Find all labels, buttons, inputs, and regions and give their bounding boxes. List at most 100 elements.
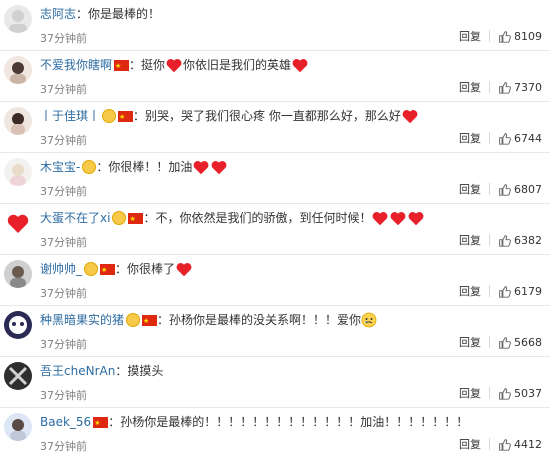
china-flag-icon — [93, 414, 109, 432]
timestamp: 37分钟前 — [40, 440, 87, 453]
like-button[interactable]: 5037 — [498, 387, 542, 400]
reply-button[interactable]: 回复 — [459, 232, 481, 248]
username-link[interactable]: 大蛋不在了xi — [40, 209, 110, 227]
avatar[interactable] — [4, 260, 32, 288]
reply-button[interactable]: 回复 — [459, 385, 481, 401]
like-button[interactable]: 6807 — [498, 183, 542, 196]
heart-icon — [292, 59, 308, 73]
crown-badge-icon — [84, 262, 99, 276]
divider — [489, 132, 490, 144]
heart-icon — [402, 110, 418, 124]
comment-actions: 回复 8109 — [459, 28, 542, 44]
username-link[interactable]: 志阿志 — [40, 5, 76, 23]
comment-actions: 回复 5037 — [459, 385, 542, 401]
comment-actions: 回复 5668 — [459, 334, 542, 350]
separator: ： — [129, 58, 142, 72]
thumbs-up-icon — [499, 30, 511, 43]
thumbs-up-icon — [499, 183, 511, 196]
avatar[interactable] — [4, 413, 32, 441]
comment-text: 别哭，哭了我们很心疼 你一直都那么好，那么好 — [145, 109, 401, 123]
thumbs-up-icon — [499, 387, 511, 400]
comment-text: 孙杨你是最棒的没关系啊！！！爱你 — [169, 313, 362, 327]
reply-button[interactable]: 回复 — [459, 436, 481, 452]
thumbs-up-icon — [499, 81, 511, 94]
comment-row: 木宝宝- ： 你很棒！！加油 37分钟前 回复 6807 — [0, 153, 550, 204]
like-count: 8109 — [514, 29, 542, 43]
timestamp: 37分钟前 — [40, 338, 87, 351]
avatar[interactable] — [4, 362, 32, 390]
username-link[interactable]: 种黑暗果实的猪 — [40, 311, 124, 329]
heart-icon — [373, 212, 388, 226]
comment-row: 志阿志：你是最棒的！ 37分钟前 回复 8109 — [0, 0, 550, 51]
like-button[interactable]: 8109 — [498, 30, 542, 43]
comment-line: 志阿志：你是最棒的！ — [40, 5, 160, 23]
username-link[interactable]: 不爱我你瞎啊 — [40, 56, 112, 74]
divider — [489, 183, 490, 195]
heart-icon — [391, 212, 406, 226]
timestamp: 37分钟前 — [40, 389, 87, 402]
like-button[interactable]: 5668 — [498, 336, 542, 349]
separator: ： — [115, 364, 128, 378]
avatar[interactable] — [4, 158, 32, 186]
like-count: 7370 — [514, 80, 542, 94]
reply-button[interactable]: 回复 — [459, 334, 481, 350]
china-flag-icon — [118, 108, 134, 126]
timestamp: 37分钟前 — [40, 287, 87, 300]
reply-button[interactable]: 回复 — [459, 28, 481, 44]
crown-badge-icon — [102, 109, 117, 123]
avatar[interactable] — [4, 107, 32, 135]
reply-button[interactable]: 回复 — [459, 181, 481, 197]
separator: ： — [76, 7, 89, 21]
like-button[interactable]: 6744 — [498, 132, 542, 145]
divider — [489, 285, 490, 297]
divider — [489, 81, 490, 93]
separator: ： — [143, 211, 156, 225]
like-button[interactable]: 6179 — [498, 285, 542, 298]
like-count: 5668 — [514, 335, 542, 349]
reply-button[interactable]: 回复 — [459, 283, 481, 299]
divider — [489, 387, 490, 399]
like-count: 6744 — [514, 131, 542, 145]
reply-button[interactable]: 回复 — [459, 79, 481, 95]
comment-text: 你很棒！！加油 — [108, 160, 193, 174]
divider — [489, 234, 490, 246]
like-count: 4412 — [514, 437, 542, 451]
comment-line: 丨于佳琪丨 ： 别哭，哭了我们很心疼 你一直都那么好，那么好 — [40, 107, 419, 126]
comment-line: 不爱我你瞎啊 ： 挺你 你依旧是我们的英雄 — [40, 56, 309, 75]
avatar[interactable] — [4, 311, 32, 339]
separator: ： — [108, 415, 121, 429]
comment-actions: 回复 6807 — [459, 181, 542, 197]
username-link[interactable]: 丨于佳琪丨 — [40, 107, 100, 125]
reply-button[interactable]: 回复 — [459, 130, 481, 146]
avatar[interactable] — [4, 56, 32, 84]
like-button[interactable]: 4412 — [498, 438, 542, 451]
crown-badge-icon — [82, 160, 97, 174]
like-button[interactable]: 6382 — [498, 234, 542, 247]
comment-line: 木宝宝- ： 你很棒！！加油 — [40, 158, 228, 176]
like-count: 6179 — [514, 284, 542, 298]
comment-row: 不爱我你瞎啊 ： 挺你 你依旧是我们的英雄 37分钟前 回复 7370 — [0, 51, 550, 102]
comment-line: 种黑暗果实的猪 ： 孙杨你是最棒的没关系啊！！！爱你 — [40, 311, 377, 330]
username-link[interactable]: 吾王cheNrAn — [40, 362, 115, 380]
comment-line: Baek_56 ： 孙杨你是最棒的！！！！！！！！！！！！！加油！！！！！！！ — [40, 413, 469, 432]
comment-line: 吾王cheNrAn：摸摸头 — [40, 362, 163, 380]
like-button[interactable]: 7370 — [498, 81, 542, 94]
thumbs-up-icon — [499, 132, 511, 145]
comment-row: 种黑暗果实的猪 ： 孙杨你是最棒的没关系啊！！！爱你 37分钟前 回复 5668 — [0, 306, 550, 357]
username-link[interactable]: Baek_56 — [40, 413, 91, 431]
timestamp: 37分钟前 — [40, 83, 87, 96]
avatar[interactable] — [4, 209, 32, 237]
comment-row: 丨于佳琪丨 ： 别哭，哭了我们很心疼 你一直都那么好，那么好 37分钟前 回复 … — [0, 102, 550, 153]
comment-text: 不，你依然是我们的骄傲，到任何时候！ — [155, 211, 372, 225]
like-count: 6807 — [514, 182, 542, 196]
separator: ： — [96, 160, 109, 174]
comment-row: 谢帅帅_ ： 你很棒了 37分钟前 回复 6179 — [0, 255, 550, 306]
comment-text: 你是最棒的！ — [88, 7, 161, 21]
divider — [489, 30, 490, 42]
comment-text: 孙杨你是最棒的！！！！！！！！！！！！！加油！！！！！！！ — [120, 415, 469, 429]
username-link[interactable]: 谢帅帅_ — [40, 260, 82, 278]
username-link[interactable]: 木宝宝- — [40, 158, 80, 176]
crown-badge-icon — [112, 211, 127, 225]
avatar[interactable] — [4, 5, 32, 33]
comment-list: 志阿志：你是最棒的！ 37分钟前 回复 8109 不爱我你瞎啊 ： 挺你 你依旧… — [0, 0, 550, 456]
